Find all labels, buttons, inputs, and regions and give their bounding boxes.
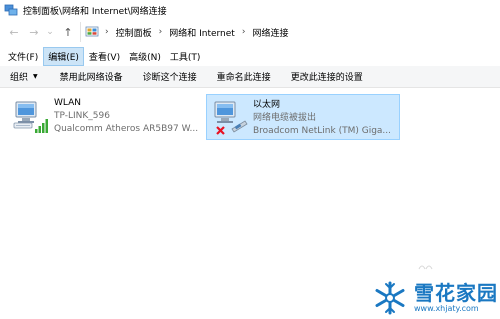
menu-bar: 文件(F) 编辑(E) 查看(V) 高级(N) 工具(T) [0, 46, 500, 66]
address-bar: ← → ⌄ ↑ › 控制面板 › 网络和 Internet › 网络连接 [0, 20, 500, 44]
address-field[interactable]: › 控制面板 › 网络和 Internet › 网络连接 [80, 22, 500, 42]
recent-locations-button[interactable]: ⌄ [44, 24, 56, 40]
breadcrumb-network-internet[interactable]: 网络和 Internet [169, 26, 235, 39]
window-title: 控制面板\网络和 Internet\网络连接 [23, 6, 167, 17]
breadcrumb-network-connections[interactable]: 网络连接 [252, 26, 288, 39]
command-bar: 组织 ▼ 禁用此网络设备 诊断这个连接 重命名此连接 更改此连接的设置 [0, 66, 500, 88]
menu-edit[interactable]: 编辑(E) [43, 46, 84, 66]
adapter-network: TP-LINK_596 [54, 111, 110, 121]
breadcrumb-separator: › [105, 27, 109, 37]
network-connections-icon [4, 4, 18, 16]
snowflake-logo-icon [375, 281, 405, 314]
organize-label: 组织 [10, 73, 29, 83]
breadcrumb-separator: › [241, 27, 246, 37]
adapter-name: WLAN [54, 98, 82, 108]
adapter-status: 网络电缆被拔出 [253, 113, 317, 123]
menu-tools[interactable]: 工具(T) [166, 48, 205, 65]
watermark-title: 雪花家园 [414, 280, 498, 305]
menu-advanced[interactable]: 高级(N) [125, 48, 165, 65]
wireless-adapter-icon [13, 97, 49, 137]
adapter-device: Qualcomm Atheros AR5B97 W... [54, 124, 199, 134]
breadcrumb-control-panel[interactable]: 控制面板 [116, 26, 152, 39]
up-arrow-icon: ↑ [63, 25, 73, 39]
menu-file[interactable]: 文件(F) [4, 48, 42, 65]
disable-device-button[interactable]: 禁用此网络设备 [60, 70, 123, 83]
breadcrumb-separator: › [158, 27, 163, 37]
adapter-wlan[interactable]: WLAN TP-LINK_596 Qualcomm Atheros AR5B97… [8, 93, 204, 141]
ethernet-adapter-icon [212, 99, 248, 139]
forward-arrow-icon: → [29, 25, 39, 39]
back-button[interactable]: ← [6, 24, 22, 40]
control-panel-icon [85, 26, 99, 38]
adapter-ethernet[interactable]: 以太网 网络电缆被拔出 Broadcom NetLink (TM) Giga..… [206, 94, 400, 140]
caret-down-icon: ▼ [33, 73, 38, 80]
adapter-name: 以太网 [253, 100, 281, 110]
diagnose-connection-button[interactable]: 诊断这个连接 [143, 70, 197, 83]
rename-connection-button[interactable]: 重命名此连接 [217, 70, 271, 83]
back-arrow-icon: ← [9, 25, 19, 39]
chevron-down-icon: ⌄ [46, 27, 54, 37]
watermark: 雪花家园 www.xhjaty.com [370, 276, 500, 319]
change-settings-button[interactable]: 更改此连接的设置 [291, 70, 363, 83]
adapter-device: Broadcom NetLink (TM) Giga... [253, 126, 392, 136]
title-bar: 控制面板\网络和 Internet\网络连接 [0, 0, 500, 20]
decorative-mark [418, 265, 433, 270]
up-button[interactable]: ↑ [60, 24, 76, 40]
watermark-url: www.xhjaty.com [414, 303, 479, 313]
menu-view[interactable]: 查看(V) [85, 48, 124, 65]
organize-button[interactable]: 组织 ▼ [10, 70, 38, 83]
forward-button[interactable]: → [26, 24, 42, 40]
